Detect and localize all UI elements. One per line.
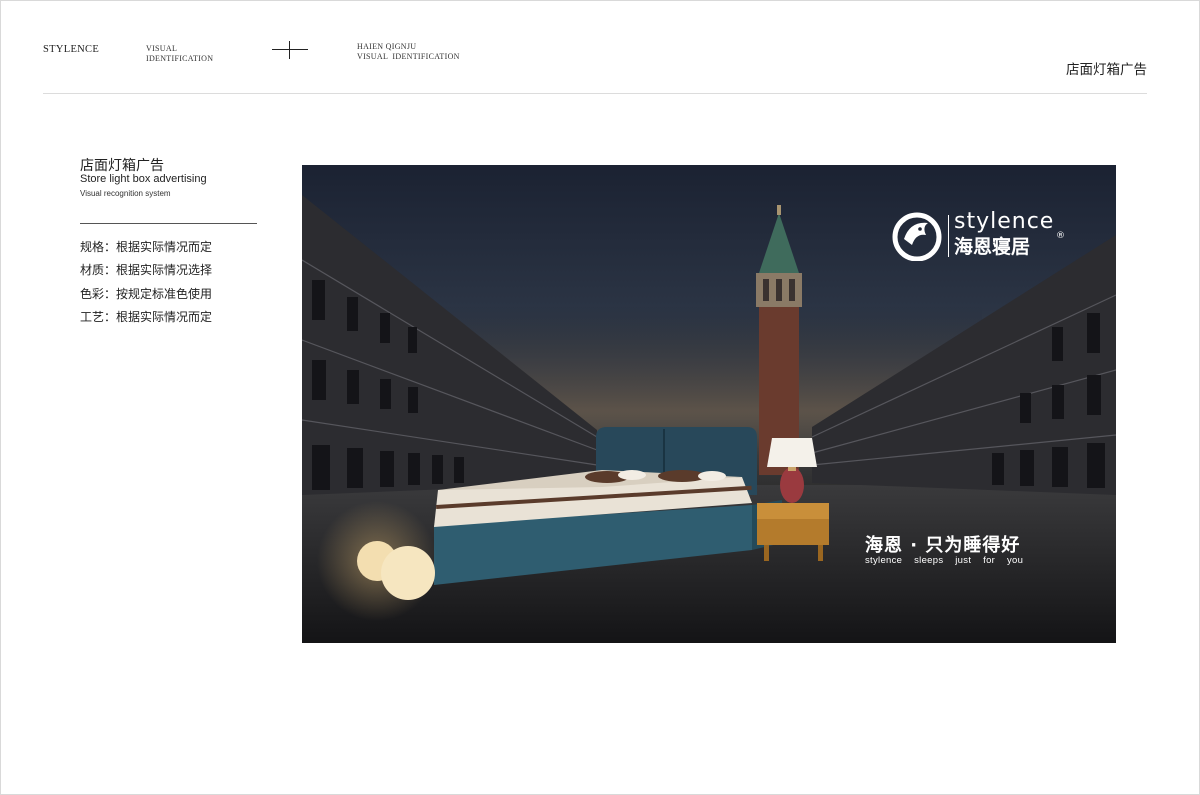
logo-chinese-wordmark: 海恩寝居 xyxy=(954,236,1031,258)
spec-item-material: 材质：根据实际情况选择 xyxy=(80,263,213,278)
header-haien-line2: VISUAL IDENTIFICATION xyxy=(357,51,460,61)
poster-slogan-chinese: 海恩 · 只为睡得好 xyxy=(865,535,1021,556)
panel-subtitle: Store light box advertising xyxy=(80,173,207,185)
header-haien-identification: HAIEN QIGNJU VISUAL IDENTIFICATION xyxy=(357,42,460,61)
spec-list: 规格：根据实际情况而定 材质：根据实际情况选择 色彩：按规定标准色使用 工艺：根… xyxy=(80,236,212,329)
panel-caption: Visual recognition system xyxy=(80,189,171,198)
brand-logo: stylence 海恩寝居 ® xyxy=(892,209,1080,263)
logo-english-wordmark: stylence xyxy=(954,209,1055,234)
header-visual-line1: VISUAL xyxy=(146,44,178,53)
lightbox-poster: stylence 海恩寝居 ® 海恩 · 只为睡得好 stylence slee… xyxy=(302,165,1116,643)
header-divider xyxy=(43,93,1147,94)
spec-item-color: 色彩：按规定标准色使用 xyxy=(80,286,213,301)
panel-divider xyxy=(80,223,257,224)
header-brand: STYLENCE xyxy=(43,44,100,55)
spec-item-craft: 工艺：根据实际情况而定 xyxy=(80,309,213,324)
spec-item-size: 规格：根据实际情况而定 xyxy=(80,240,213,254)
panel-title: 店面灯箱广告 xyxy=(80,158,164,174)
poster-slogan-english: stylence sleeps just for you xyxy=(865,555,1024,566)
header-haien-line1: HAIEN QIGNJU xyxy=(357,42,417,51)
logo-separator xyxy=(948,215,949,257)
header-section-title: 店面灯箱广告 xyxy=(1066,62,1147,78)
dolphin-logo-icon xyxy=(892,212,942,261)
header-visual-identification: VISUAL IDENTIFICATION xyxy=(146,44,213,63)
plus-divider-icon xyxy=(272,40,308,60)
header-visual-line2: IDENTIFICATION xyxy=(146,53,214,63)
registered-mark: ® xyxy=(1056,231,1065,241)
